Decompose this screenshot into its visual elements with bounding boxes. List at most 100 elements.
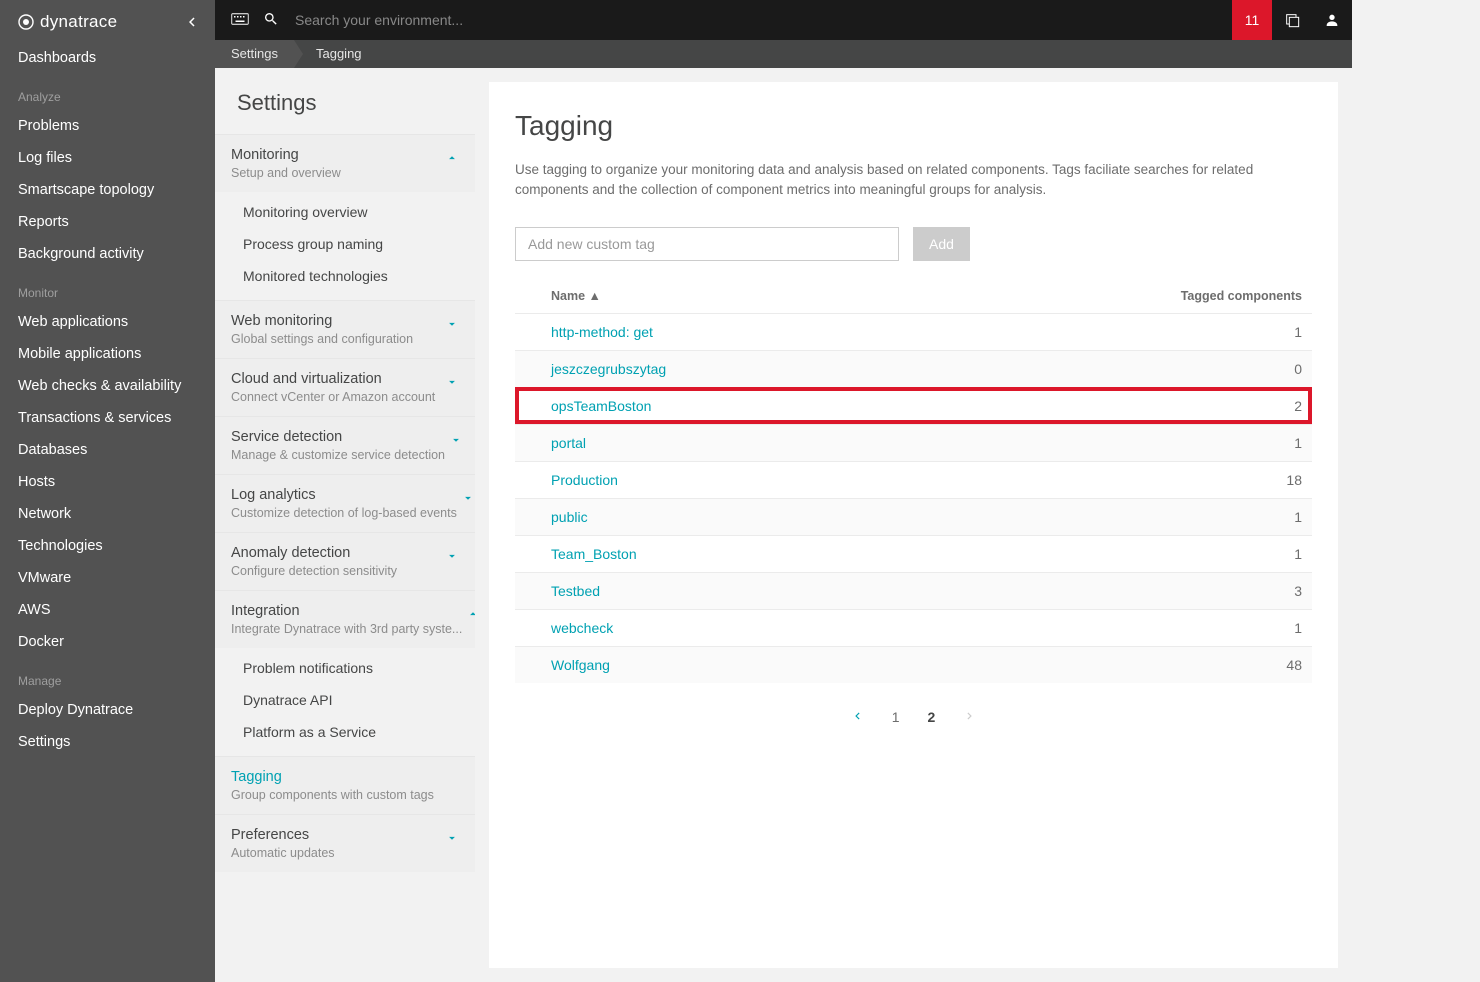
breadcrumb: Settings Tagging <box>215 40 1352 68</box>
global-search-input[interactable] <box>293 11 593 29</box>
pager-page-1[interactable]: 1 <box>892 709 900 725</box>
tag-name-link[interactable]: public <box>551 509 1162 525</box>
tag-count: 1 <box>1162 435 1312 451</box>
nav-smartscape[interactable]: Smartscape topology <box>0 174 215 206</box>
tag-count: 0 <box>1162 361 1312 377</box>
nav-web-apps[interactable]: Web applications <box>0 306 215 338</box>
settings-sub-monitoring-overview[interactable]: Monitoring overview <box>215 196 475 228</box>
settings-section-anomaly[interactable]: Anomaly detectionConfigure detection sen… <box>215 532 475 590</box>
settings-sub-paas[interactable]: Platform as a Service <box>215 716 475 748</box>
nav-group-manage: Manage <box>0 658 215 694</box>
tag-row[interactable]: Testbed3 <box>515 572 1312 609</box>
keyboard-icon[interactable] <box>231 12 249 29</box>
nav-background[interactable]: Background activity <box>0 238 215 270</box>
settings-nav-panel: Settings MonitoringSetup and overview Mo… <box>215 68 475 982</box>
col-header-name[interactable]: Name ▲ <box>551 289 1162 303</box>
settings-section-monitoring[interactable]: MonitoringSetup and overview <box>215 134 475 192</box>
settings-sub-problem-notifications[interactable]: Problem notifications <box>215 652 475 684</box>
tag-name-link[interactable]: Wolfgang <box>551 657 1162 673</box>
tag-name-link[interactable]: jeszczegrubszytag <box>551 361 1162 377</box>
nav-reports[interactable]: Reports <box>0 206 215 238</box>
tag-row[interactable]: Production18 <box>515 461 1312 498</box>
tag-count: 1 <box>1162 509 1312 525</box>
tag-name-link[interactable]: opsTeamBoston <box>551 398 1162 414</box>
tag-name-link[interactable]: portal <box>551 435 1162 451</box>
nav-technologies[interactable]: Technologies <box>0 530 215 562</box>
nav-log-files[interactable]: Log files <box>0 142 215 174</box>
settings-section-web-monitoring[interactable]: Web monitoringGlobal settings and config… <box>215 300 475 358</box>
nav-hosts[interactable]: Hosts <box>0 466 215 498</box>
settings-section-preferences[interactable]: PreferencesAutomatic updates <box>215 814 475 872</box>
chevron-up-icon <box>445 151 459 168</box>
chevron-up-icon <box>466 607 475 624</box>
add-tag-button[interactable]: Add <box>913 227 970 261</box>
tag-row[interactable]: portal1 <box>515 424 1312 461</box>
tag-row[interactable]: public1 <box>515 498 1312 535</box>
sidebar-collapse-button[interactable] <box>183 13 201 31</box>
settings-section-service-detection[interactable]: Service detectionManage & customize serv… <box>215 416 475 474</box>
search-icon[interactable] <box>263 11 279 30</box>
tag-count: 18 <box>1162 472 1312 488</box>
settings-section-log-analytics[interactable]: Log analyticsCustomize detection of log-… <box>215 474 475 532</box>
nav-docker[interactable]: Docker <box>0 626 215 658</box>
settings-sub-dynatrace-api[interactable]: Dynatrace API <box>215 684 475 716</box>
tag-name-link[interactable]: webcheck <box>551 620 1162 636</box>
nav-deploy[interactable]: Deploy Dynatrace <box>0 694 215 726</box>
tag-row[interactable]: webcheck1 <box>515 609 1312 646</box>
main-sidebar: dynatrace Dashboards Analyze Problems Lo… <box>0 0 215 982</box>
nav-web-checks[interactable]: Web checks & availability <box>0 370 215 402</box>
topbar: 11 <box>215 0 1352 40</box>
tag-row[interactable]: Team_Boston1 <box>515 535 1312 572</box>
page-title: Tagging <box>515 110 1312 142</box>
breadcrumb-tagging[interactable]: Tagging <box>294 40 378 68</box>
tag-row[interactable]: Wolfgang48 <box>515 646 1312 683</box>
tag-name-link[interactable]: Testbed <box>551 583 1162 599</box>
chevron-down-icon <box>445 549 459 566</box>
tag-count: 1 <box>1162 324 1312 340</box>
settings-sub-process-group-naming[interactable]: Process group naming <box>215 228 475 260</box>
nav-dashboards[interactable]: Dashboards <box>0 42 215 74</box>
col-header-count: Tagged components <box>1162 289 1312 303</box>
pagination: 1 2 <box>515 709 1312 726</box>
dynatrace-logo-icon <box>18 14 34 30</box>
settings-sub-monitored-tech[interactable]: Monitored technologies <box>215 260 475 292</box>
tag-name-link[interactable]: http-method: get <box>551 324 1162 340</box>
settings-section-tagging[interactable]: TaggingGroup components with custom tags <box>215 756 475 814</box>
brand-name: dynatrace <box>40 12 117 32</box>
pager-prev[interactable] <box>850 709 864 726</box>
settings-panel-title: Settings <box>215 68 475 134</box>
chevron-down-icon <box>445 317 459 334</box>
tag-name-link[interactable]: Production <box>551 472 1162 488</box>
windows-icon[interactable] <box>1272 0 1312 40</box>
nav-vmware[interactable]: VMware <box>0 562 215 594</box>
nav-databases[interactable]: Databases <box>0 434 215 466</box>
tag-count: 2 <box>1162 398 1312 414</box>
tag-name-link[interactable]: Team_Boston <box>551 546 1162 562</box>
nav-group-monitor: Monitor <box>0 270 215 306</box>
tag-row[interactable]: jeszczegrubszytag0 <box>515 350 1312 387</box>
nav-transactions[interactable]: Transactions & services <box>0 402 215 434</box>
chevron-down-icon <box>445 831 459 848</box>
nav-aws[interactable]: AWS <box>0 594 215 626</box>
tag-row[interactable]: opsTeamBoston2 <box>515 387 1312 424</box>
nav-group-analyze: Analyze <box>0 74 215 110</box>
tag-count: 1 <box>1162 546 1312 562</box>
nav-problems[interactable]: Problems <box>0 110 215 142</box>
chevron-down-icon <box>449 433 463 450</box>
pager-next[interactable] <box>963 709 977 726</box>
chevron-down-icon <box>461 491 475 508</box>
tag-row[interactable]: http-method: get1 <box>515 313 1312 350</box>
tag-count: 48 <box>1162 657 1312 673</box>
notifications-badge[interactable]: 11 <box>1232 0 1272 40</box>
nav-network[interactable]: Network <box>0 498 215 530</box>
chevron-down-icon <box>445 375 459 392</box>
nav-mobile-apps[interactable]: Mobile applications <box>0 338 215 370</box>
breadcrumb-settings[interactable]: Settings <box>215 40 294 68</box>
add-tag-input[interactable] <box>515 227 899 261</box>
brand-logo[interactable]: dynatrace <box>18 12 117 32</box>
pager-page-2[interactable]: 2 <box>928 709 936 725</box>
user-menu-icon[interactable] <box>1312 0 1352 40</box>
settings-section-cloud[interactable]: Cloud and virtualizationConnect vCenter … <box>215 358 475 416</box>
settings-section-integration[interactable]: IntegrationIntegrate Dynatrace with 3rd … <box>215 590 475 648</box>
nav-settings[interactable]: Settings <box>0 726 215 758</box>
